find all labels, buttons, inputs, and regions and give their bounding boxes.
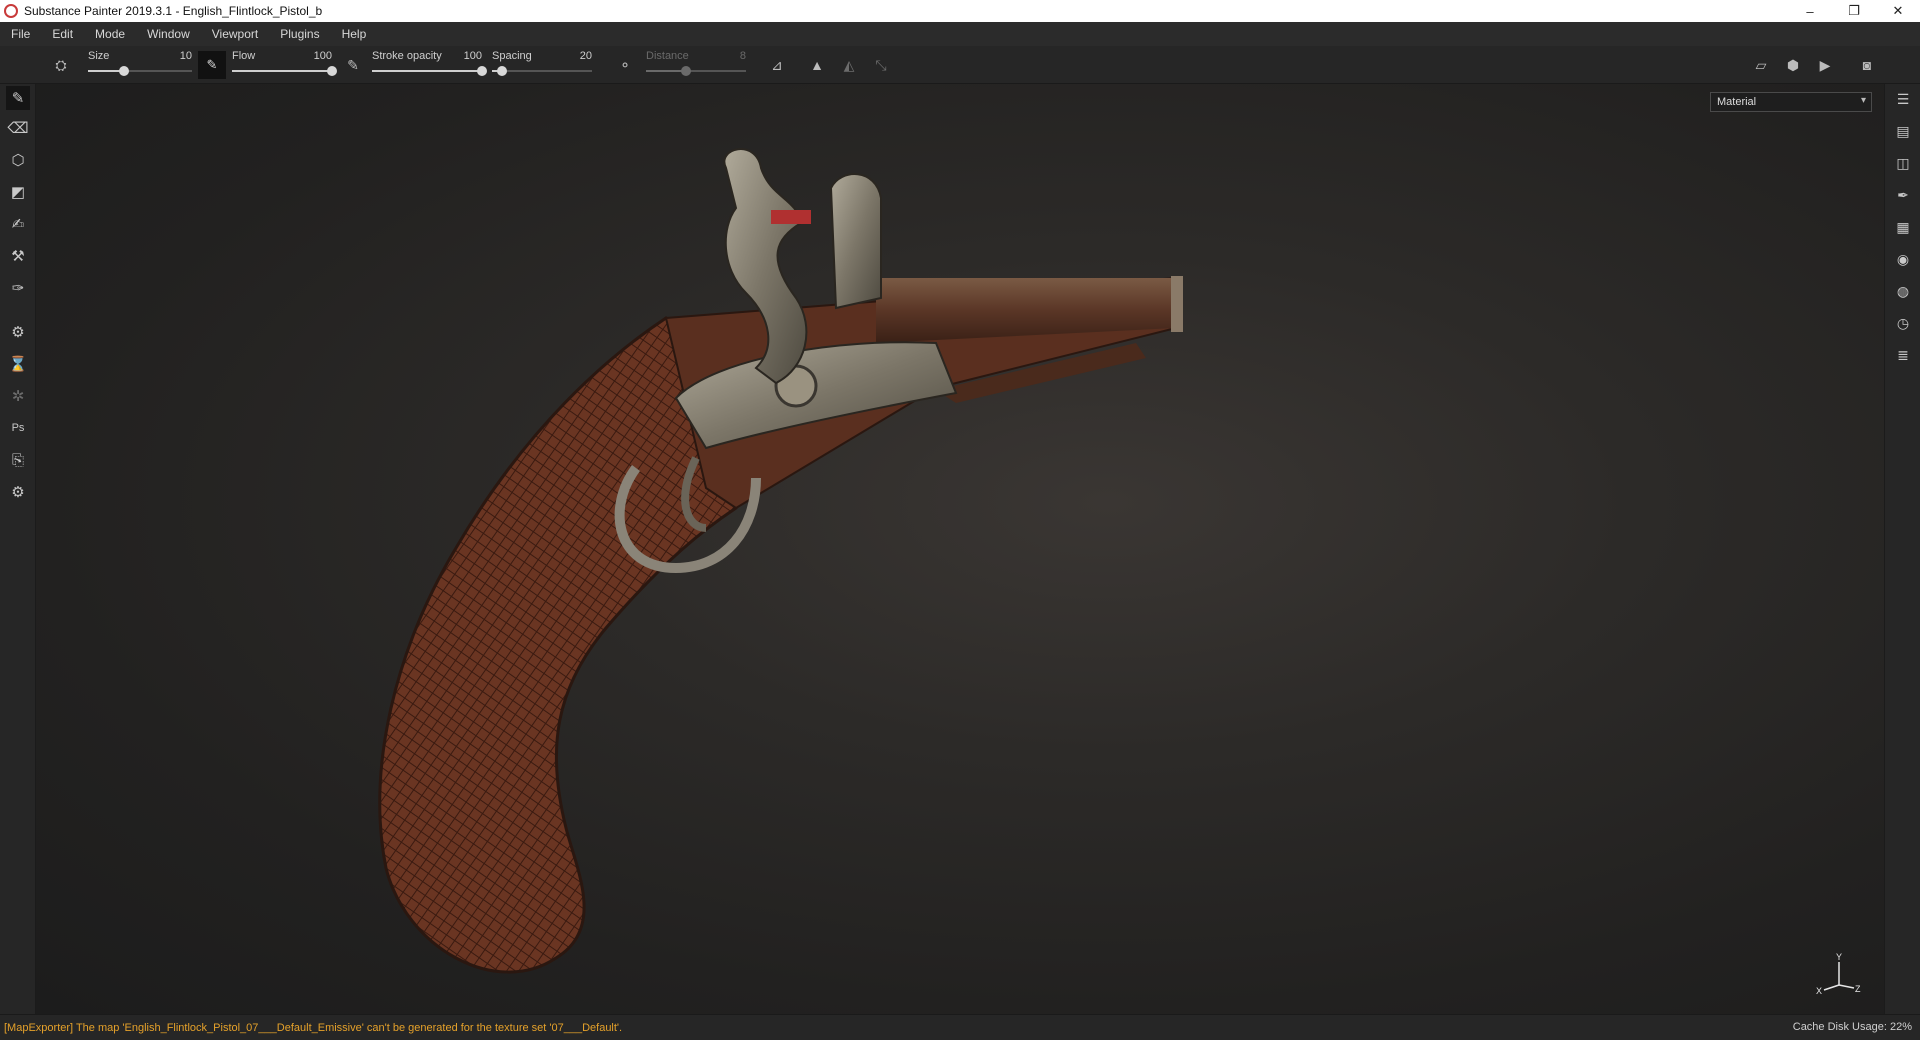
cache-label: Cache Disk Usage: (1792, 1021, 1887, 1033)
minimize-button[interactable]: – (1788, 0, 1832, 22)
flow-track[interactable] (232, 66, 337, 76)
spacing-knob[interactable] (497, 66, 507, 76)
frizzen (829, 173, 882, 310)
window-controls: – ❐ ✕ (1788, 0, 1920, 22)
flow-value[interactable]: 100 (314, 50, 332, 62)
distance-track[interactable] (646, 66, 746, 76)
substance-painter-window: Substance Painter 2019.3.1 - English_Fli… (0, 0, 1920, 1040)
distance-knob[interactable] (681, 66, 691, 76)
flow-knob[interactable] (327, 66, 337, 76)
axis-x-label: X (1816, 986, 1822, 996)
flow-label: Flow (232, 50, 256, 62)
size-label: Size (88, 50, 110, 62)
barrel-muzzle (1171, 276, 1183, 332)
settings-icon[interactable]: ⚙ (6, 480, 30, 504)
camera-icon[interactable]: ▶ (1814, 54, 1836, 76)
smudge-icon[interactable]: ✍ (6, 212, 30, 236)
iray-icon[interactable]: ⌛ (6, 352, 30, 376)
spacing-track[interactable] (492, 66, 592, 76)
menu-plugins[interactable]: Plugins (269, 22, 330, 46)
stroke-opacity-label: Stroke opacity (372, 50, 442, 62)
restore-button[interactable]: ❐ (1832, 0, 1876, 22)
size-slider[interactable]: Size 10 (88, 50, 192, 80)
view-2d-3d-icon[interactable]: ▱ (1750, 54, 1772, 76)
flow-slider[interactable]: Flow 100 (232, 50, 337, 80)
geometry-mask-icon[interactable]: ✲ (6, 384, 30, 408)
axis-y-label: Y (1836, 952, 1842, 962)
shelf-icon[interactable]: ◍ (1892, 280, 1914, 302)
line-tool-icon[interactable]: ⊿ (766, 54, 788, 76)
status-message[interactable]: [MapExporter] The map 'English_Flintlock… (0, 1022, 622, 1034)
lazy-mouse-toggle-icon[interactable]: ⚬ (614, 54, 636, 76)
clone-stamp-icon[interactable]: ⚒ (6, 244, 30, 268)
left-tool-bar: ✎ ⌫ ⬡ ◩ ✍ ⚒ ✑ ⚙ ⌛ ✲ Ps ⎘ ⚙ (0, 84, 36, 1014)
right-panel-bar: ☰ ▤ ◫ ✒ ▦ ◉ ◍ ◷ ≣ (1884, 84, 1920, 1014)
menu-file[interactable]: File (0, 22, 41, 46)
menu-bar: File Edit Mode Window Viewport Plugins H… (0, 22, 1920, 46)
color-picker-icon[interactable]: ✑ (6, 276, 30, 300)
size-pressure-toggle[interactable]: ✎ (198, 51, 226, 79)
distance-slider[interactable]: Distance 8 (646, 50, 746, 80)
stroke-opacity-knob[interactable] (477, 66, 487, 76)
grip-shape (378, 316, 738, 974)
flintlock-pistol-model[interactable] (376, 128, 1446, 1008)
symmetry-options-icon[interactable]: ◭ (838, 54, 860, 76)
spacing-value[interactable]: 20 (580, 50, 592, 62)
distance-label: Distance (646, 50, 689, 62)
chevron-down-icon: ▾ (1860, 95, 1866, 106)
menu-mode[interactable]: Mode (84, 22, 136, 46)
tool-properties-bar: ⛭ Size 10 ✎ Flow 100 ✎ Stroke opacity 10… (0, 46, 1920, 84)
distance-value[interactable]: 8 (740, 50, 746, 62)
menu-edit[interactable]: Edit (41, 22, 84, 46)
stroke-opacity-value[interactable]: 100 (464, 50, 482, 62)
status-bar: [MapExporter] The map 'English_Flintlock… (0, 1014, 1920, 1040)
screenshot-icon[interactable]: ◙ (1856, 54, 1878, 76)
menu-viewport[interactable]: Viewport (201, 22, 269, 46)
size-value[interactable]: 10 (180, 50, 192, 62)
menu-help[interactable]: Help (331, 22, 378, 46)
axis-z-label: Z (1855, 984, 1861, 994)
view-cube-icon[interactable]: ⬢ (1782, 54, 1804, 76)
spacing-slider[interactable]: Spacing 20 (492, 50, 592, 80)
size-knob[interactable] (119, 66, 130, 76)
stroke-opacity-fill (372, 70, 482, 72)
distance-fill (646, 70, 686, 72)
texture-set-settings-icon[interactable]: ◫ (1892, 152, 1914, 174)
polygon-fill-icon[interactable]: ◩ (6, 180, 30, 204)
title-bar: Substance Painter 2019.3.1 - English_Fli… (0, 0, 1920, 22)
eraser-icon[interactable]: ⌫ (6, 116, 30, 140)
menu-window[interactable]: Window (136, 22, 201, 46)
log-icon[interactable]: ≣ (1892, 344, 1914, 366)
viewer-settings-icon[interactable]: ◉ (1892, 248, 1914, 270)
viewport-mode-select[interactable]: Material ▾ (1710, 92, 1872, 112)
stroke-opacity-slider[interactable]: Stroke opacity 100 (372, 50, 487, 80)
photoshop-icon[interactable]: Ps (6, 416, 30, 440)
app-logo-icon (4, 4, 18, 18)
layers-panel-icon[interactable]: ☰ (1892, 88, 1914, 110)
cache-value: 22% (1889, 1021, 1912, 1033)
flow-pressure-icon[interactable]: ✎ (342, 54, 364, 76)
close-button[interactable]: ✕ (1876, 0, 1920, 22)
3d-viewport[interactable]: Material ▾ Y X Z (36, 84, 1884, 1014)
window-title: Substance Painter 2019.3.1 - English_Fli… (24, 4, 323, 18)
stroke-opacity-track[interactable] (372, 66, 487, 76)
symmetry-icon[interactable]: ▲ (806, 54, 828, 76)
projection-icon[interactable]: ⬡ (6, 148, 30, 172)
viewport-mode-value: Material (1717, 96, 1757, 108)
display-settings-icon[interactable]: ▦ (1892, 216, 1914, 238)
transform-icon[interactable]: ⤡ (870, 54, 892, 76)
history-icon[interactable]: ◷ (1892, 312, 1914, 334)
bake-icon[interactable]: ⚙ (6, 320, 30, 344)
texture-set-list-icon[interactable]: ▤ (1892, 120, 1914, 142)
lazy-mouse-icon[interactable]: ⛭ (50, 54, 72, 76)
export-icon[interactable]: ⎘ (6, 448, 30, 472)
properties-icon[interactable]: ✒ (1892, 184, 1914, 206)
paint-brush-icon[interactable]: ✎ (6, 86, 30, 110)
cache-disk-usage: Cache Disk Usage: 22% (1793, 1021, 1912, 1033)
flint-leather (771, 210, 811, 224)
flow-fill (232, 70, 332, 72)
spacing-label: Spacing (492, 50, 532, 62)
axis-gizmo: Y X Z (1816, 952, 1861, 996)
size-track[interactable] (88, 66, 192, 76)
